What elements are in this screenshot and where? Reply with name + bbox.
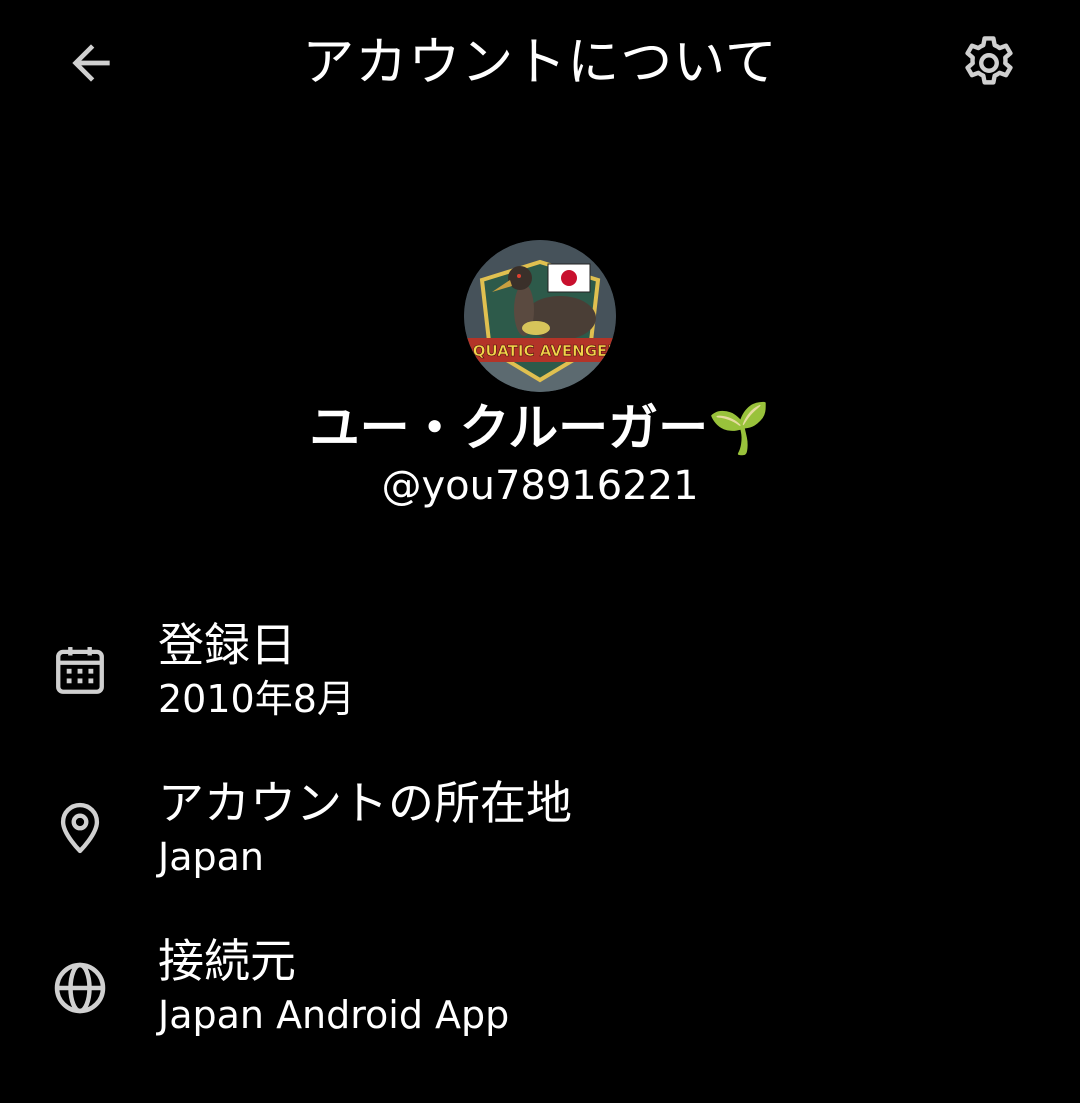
connected-via-label: 接続元 — [158, 934, 296, 988]
profile-section: AQUATIC AVENGER ユー・クルーガー🌱 @you78916221 — [0, 240, 1080, 512]
settings-button[interactable] — [952, 26, 1026, 100]
top-app-bar: アカウントについて — [0, 0, 1080, 124]
calendar-icon — [44, 634, 116, 706]
location-label: アカウントの所在地 — [158, 776, 572, 830]
back-button[interactable] — [54, 26, 128, 100]
avatar-image: AQUATIC AVENGER — [464, 240, 616, 392]
globe-icon — [44, 952, 116, 1024]
display-name: ユー・クルーガー🌱 — [309, 399, 771, 457]
gear-icon — [965, 36, 1013, 85]
info-row-joined: 登録日 2010年8月 — [0, 612, 1080, 742]
location-pin-icon — [44, 792, 116, 864]
joined-label: 登録日 — [158, 618, 296, 672]
location-value: Japan — [158, 835, 264, 879]
avatar[interactable]: AQUATIC AVENGER — [464, 240, 616, 392]
info-row-location: アカウントの所在地 Japan — [0, 770, 1080, 900]
connected-via-value: Japan Android App — [158, 993, 510, 1037]
user-handle: @you78916221 — [381, 463, 699, 509]
info-row-connected-via: 接続元 Japan Android App — [0, 928, 1080, 1058]
joined-value: 2010年8月 — [158, 677, 355, 721]
avatar-banner-text: AQUATIC AVENGER — [464, 342, 616, 360]
arrow-left-icon — [72, 44, 110, 82]
page-title: アカウントについて — [302, 33, 778, 93]
